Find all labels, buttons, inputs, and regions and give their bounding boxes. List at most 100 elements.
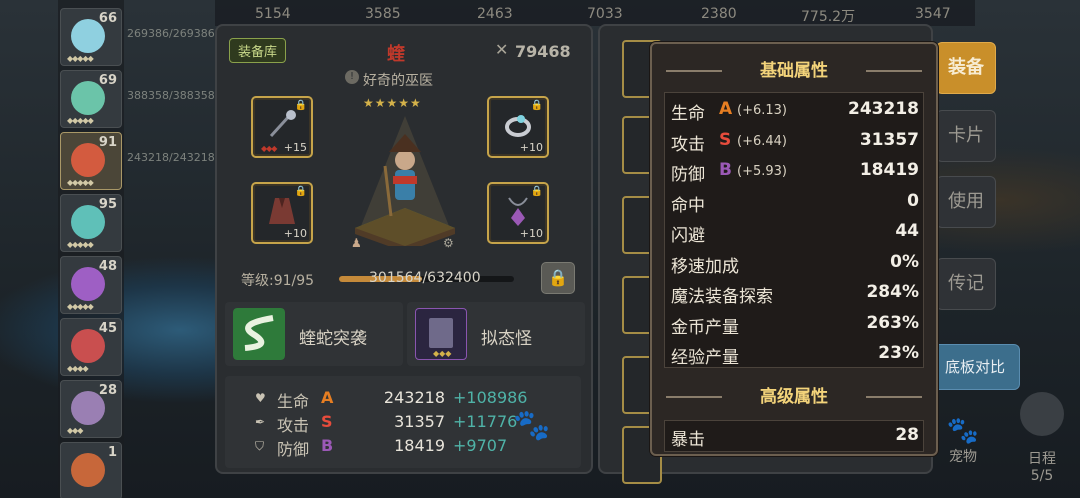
stat-value: 18419 xyxy=(394,436,445,455)
section-title: 高级属性 xyxy=(760,387,828,407)
resource-value: 2380 xyxy=(701,6,737,22)
attribute-row: 金币产量 263% xyxy=(671,309,919,339)
schedule-count: 5/5 xyxy=(1030,468,1054,484)
attribute-value: 23% xyxy=(878,343,919,363)
attribute-value: 263% xyxy=(866,312,919,333)
lock-button[interactable]: 🔒 xyxy=(541,262,575,294)
mimic-icon: ◆◆◆ xyxy=(415,308,467,360)
use-button[interactable]: 使用 xyxy=(936,176,996,228)
attribute-row: 经验产量 23% xyxy=(671,339,919,369)
resource-value: 2463 xyxy=(477,6,513,22)
hero-level: 91 xyxy=(98,135,117,150)
armor-slot[interactable]: 🔒 +10 xyxy=(251,182,313,244)
resource-bar: 5154 3585 2463 7033 2380 775.2万 3547 xyxy=(215,0,975,26)
shield-icon: ⛉ xyxy=(255,439,265,453)
biography-button[interactable]: 传记 xyxy=(936,258,996,310)
hero-level: 69 xyxy=(98,73,117,88)
gear-icon: ⚙ xyxy=(443,236,454,250)
equipment-library-tab[interactable]: 装备库 xyxy=(229,38,287,63)
attribute-value: 0 xyxy=(907,190,919,211)
stat-name: 生命 xyxy=(277,392,310,411)
level-label: 等级:91/95 xyxy=(241,273,315,289)
stat-value: 31357 xyxy=(394,412,445,431)
hero-portrait[interactable]: 66 ◆◆◆◆◆ 269386/269386 xyxy=(60,8,215,66)
attribute-value: 243218 xyxy=(848,99,919,119)
attribute-name: 金币产量 xyxy=(671,317,739,338)
attribute-value: 44 xyxy=(895,221,919,241)
stat-delta: +11776 xyxy=(453,412,518,431)
hero-portrait[interactable]: 48 ◆◆◆◆◆ xyxy=(60,256,122,314)
stat-grade: S xyxy=(321,412,333,431)
advanced-attributes-header: 高级属性 xyxy=(652,382,936,412)
info-icon[interactable]: ! xyxy=(345,70,359,84)
attribute-grade: B xyxy=(719,160,732,180)
hero-level: 28 xyxy=(98,383,117,398)
section-title: 基础属性 xyxy=(760,61,828,81)
equip-button[interactable]: 装备 xyxy=(936,42,996,94)
attribute-name: 移速加成 xyxy=(671,256,739,277)
schedule-button[interactable]: 日程 5/5 xyxy=(1012,392,1072,492)
svg-text:◆◆◆: ◆◆◆ xyxy=(433,349,452,358)
hero-roster: 66 ◆◆◆◆◆ 269386/269386 69 ◆◆◆◆◆ 388358/388358… xyxy=(58,0,215,498)
hero-level: 95 xyxy=(98,197,117,212)
paw-icon[interactable]: 🐾 xyxy=(513,408,550,443)
hero-class-icon: ♟ xyxy=(351,236,362,250)
attribute-value: 18419 xyxy=(859,160,919,180)
divider xyxy=(866,70,922,72)
equipment-panel: 装备库 蝰 ✕ 79468 ! 好奇的巫医 ★★★★★ 🔒 ◆◆◆ +15 🔒 … xyxy=(215,24,593,474)
sword-icon: ✒ xyxy=(255,415,266,429)
attribute-bonus: (+6.13) xyxy=(737,103,787,118)
gem-sockets: ◆◆◆ xyxy=(261,144,278,153)
upgrade-level: +10 xyxy=(283,227,307,240)
hero-hp: 243218/243218 xyxy=(127,151,215,164)
hero-portrait[interactable]: 1 xyxy=(60,442,122,498)
attribute-row: 闪避 44 xyxy=(671,217,919,247)
schedule-icon xyxy=(1020,392,1064,436)
attribute-row: 生命 A (+6.13) 243218 xyxy=(671,95,919,125)
hero-portrait[interactable]: 95 ◆◆◆◆◆ xyxy=(60,194,122,252)
attribute-name: 经验产量 xyxy=(671,348,739,368)
hero-portrait[interactable]: 28 ◆◆◆ xyxy=(60,380,122,438)
attribute-popup: 基础属性 生命 A (+6.13) 243218 攻击 S (+6.44) 31357 防御 B (… xyxy=(650,42,938,456)
ring-slot[interactable]: 🔒 +10 xyxy=(487,96,549,158)
hero-portrait[interactable]: 69 ◆◆◆◆◆ 388358/388358 xyxy=(60,70,215,128)
basic-attributes-header: 基础属性 xyxy=(652,56,936,86)
amulet-icon xyxy=(508,197,528,226)
stat-name: 攻击 xyxy=(277,416,310,435)
attribute-row: 暴击 28 xyxy=(671,421,919,451)
swords-icon: ✕ xyxy=(495,40,509,59)
hero-level: 66 xyxy=(98,11,117,26)
power-value: 79468 xyxy=(515,42,571,61)
attribute-name: 魔法装备探索 xyxy=(671,287,773,307)
attribute-value: 31357 xyxy=(859,129,919,150)
pet-icon: 🐾 xyxy=(946,416,980,446)
basic-attributes-list: 生命 A (+6.13) 243218 攻击 S (+6.44) 31357 防御 B (+5.93… xyxy=(664,92,924,368)
attribute-name: 命中 xyxy=(671,195,705,216)
attribute-name: 防御 xyxy=(671,165,705,185)
divider xyxy=(666,70,722,72)
amulet-slot[interactable]: 🔒 +10 xyxy=(487,182,549,244)
skill-card[interactable]: 蝰蛇突袭 xyxy=(225,302,403,366)
attribute-bonus: (+5.93) xyxy=(737,164,787,179)
hero-portrait[interactable]: 91 ◆◆◆◆◆ 243218/243218 xyxy=(60,132,215,190)
pet-button[interactable]: 🐾 宠物 xyxy=(938,416,988,486)
attribute-name: 闪避 xyxy=(671,226,705,246)
hero-stars: ◆◆◆◆◆ xyxy=(67,302,94,311)
ring-icon xyxy=(505,115,531,137)
weapon-slot[interactable]: 🔒 ◆◆◆ +15 xyxy=(251,96,313,158)
robe-icon xyxy=(269,198,295,224)
hero-stars: ◆◆◆◆◆ xyxy=(67,54,94,63)
hero-stars: ◆◆◆◆◆ xyxy=(67,240,94,249)
upgrade-level: +15 xyxy=(283,141,307,154)
hero-portrait[interactable]: 45 ◆◆◆◆ xyxy=(60,318,122,376)
hero-model xyxy=(355,116,455,246)
attribute-row: 移速加成 0% xyxy=(671,248,919,278)
hero-hp: 269386/269386 xyxy=(127,27,215,40)
skill-card[interactable]: ◆◆◆ 拟态怪 xyxy=(407,302,585,366)
hero-stars: ◆◆◆◆◆ xyxy=(67,116,94,125)
resource-value: 3547 xyxy=(915,6,951,22)
compare-button[interactable]: 底板对比 xyxy=(930,344,1020,390)
card-button[interactable]: 卡片 xyxy=(936,110,996,162)
attribute-bonus: (+6.44) xyxy=(737,133,787,149)
hero-stars: ◆◆◆◆◆ xyxy=(67,178,94,187)
